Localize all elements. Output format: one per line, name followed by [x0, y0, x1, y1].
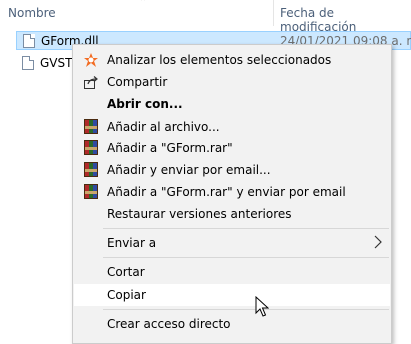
menu-item-label: Añadir y enviar por email...: [107, 163, 271, 177]
menu-item-analyze[interactable]: Analizar los elementos seleccionados: [74, 49, 390, 71]
menu-item-label: Cortar: [107, 265, 145, 279]
context-menu: Analizar los elementos seleccionados Com…: [72, 44, 392, 344]
mouse-cursor-icon: [255, 295, 270, 321]
menu-item-copy[interactable]: Copiar: [74, 284, 390, 306]
menu-item-label: Restaurar versiones anteriores: [107, 207, 292, 221]
menu-item-label: Añadir a "GForm.rar" y enviar por email: [107, 185, 346, 199]
menu-item-add-to-rar[interactable]: Añadir a "GForm.rar": [74, 137, 390, 159]
menu-item-add-rar-and-email[interactable]: Añadir a "GForm.rar" y enviar por email: [74, 181, 390, 203]
menu-item-create-shortcut[interactable]: Crear acceso directo: [74, 313, 390, 335]
menu-item-send-to[interactable]: Enviar a: [74, 232, 390, 254]
avast-icon: [83, 52, 99, 68]
share-icon: [83, 74, 99, 90]
menu-item-label: Analizar los elementos seleccionados: [107, 53, 332, 67]
menu-separator: [103, 309, 389, 310]
menu-item-label: Añadir al archivo...: [107, 120, 220, 134]
file-icon: [23, 34, 35, 48]
menu-item-label: Copiar: [107, 288, 146, 302]
menu-item-restore-versions[interactable]: Restaurar versiones anteriores: [74, 203, 390, 225]
file-icon: [22, 56, 34, 70]
menu-item-add-and-email[interactable]: Añadir y enviar por email...: [74, 159, 390, 181]
winrar-icon: [83, 184, 99, 200]
menu-item-label: Añadir a "GForm.rar": [107, 141, 233, 155]
column-header: ⌃ Nombre Fecha de modificación: [0, 0, 411, 34]
column-date-header[interactable]: Fecha de modificación: [280, 6, 411, 34]
menu-item-open-with[interactable]: Abrir con...: [74, 93, 390, 115]
menu-item-label: Abrir con...: [107, 97, 183, 111]
menu-item-cut[interactable]: Cortar: [74, 261, 390, 283]
menu-separator: [103, 257, 389, 258]
menu-item-label: Enviar a: [107, 236, 157, 250]
menu-separator: [103, 228, 389, 229]
menu-item-label: Crear acceso directo: [107, 317, 231, 331]
column-divider[interactable]: [273, 0, 274, 26]
winrar-icon: [83, 140, 99, 156]
winrar-icon: [83, 162, 99, 178]
column-name-header[interactable]: Nombre: [8, 6, 56, 20]
menu-item-share[interactable]: Compartir: [74, 71, 390, 93]
chevron-right-icon: [374, 235, 382, 249]
sort-ascending-icon: ⌃: [139, 0, 148, 8]
menu-item-add-to-archive[interactable]: Añadir al archivo...: [74, 116, 390, 138]
winrar-icon: [83, 119, 99, 135]
menu-item-label: Compartir: [107, 75, 168, 89]
file-row[interactable]: GVSTL: [16, 54, 79, 74]
